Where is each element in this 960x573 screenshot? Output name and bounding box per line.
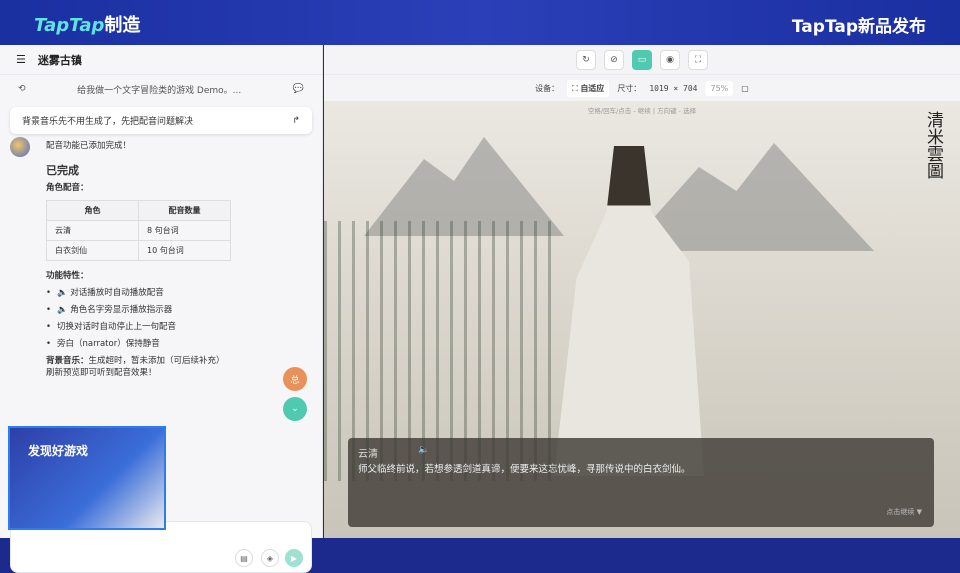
list-item: 切换对话时自动停止上一句配音	[46, 322, 310, 334]
rotate-icon[interactable]: ▢	[741, 84, 749, 93]
list-item: 🔈 对话播放时自动播放配音	[46, 288, 310, 300]
hide-icon[interactable]: ⊘	[604, 49, 624, 70]
size-label: 尺寸：	[617, 83, 642, 93]
refresh-icon[interactable]: ↻	[576, 49, 596, 70]
bgm-label: 背景音乐：	[46, 355, 89, 366]
event-title: TapTap新品发布	[791, 17, 926, 37]
list-item: 旁白（narrator）保持静音	[46, 339, 310, 351]
table-header: 配音数量	[138, 200, 231, 222]
new-chat-icon[interactable]: 💬	[293, 84, 304, 94]
summary-button[interactable]: 总	[283, 367, 307, 391]
device-label: 设备：	[535, 83, 560, 93]
preview-toolbar: ↻ ⊘ ▭ ◉ ⛶	[324, 45, 960, 75]
voice-heading: 角色配音：	[46, 183, 89, 194]
table-row: 云清 8 句台词	[46, 220, 231, 242]
dialogue-box[interactable]: 云清 🔈 师父临终前说，若想参透剑道真谛，便要来这忘忧峰，寻那传说中的白衣剑仙。…	[348, 438, 934, 527]
speaker-name: 云清	[358, 449, 378, 460]
speaker-volume-icon: 🔈	[418, 445, 430, 455]
table-row: 白衣剑仙 10 句台词	[46, 240, 231, 262]
refresh-note: 刷新预览即可听到配音效果！	[46, 367, 157, 378]
taptap-logo: TapTap制造	[34, 15, 141, 36]
done-heading: 已完成	[46, 163, 79, 177]
menu-icon[interactable]: ☰	[16, 53, 26, 66]
table-header: 角色	[46, 200, 139, 222]
device-preview-icon[interactable]: ▭	[632, 49, 652, 70]
file-icon[interactable]: ▤	[235, 549, 253, 567]
mountain-art	[364, 137, 564, 236]
controls-hint: 空格/回车/点击 - 继续 | 方向键 - 选择	[587, 107, 697, 115]
webcam-caption: 发现好游戏	[28, 444, 89, 458]
fullscreen-icon[interactable]: ⛶	[688, 49, 708, 70]
reply-intro: 配音功能已添加完成！	[46, 141, 132, 151]
size-value: 1019 × 704	[649, 83, 698, 93]
project-title: 迷雾古镇	[37, 53, 82, 67]
assistant-message: 配音功能已添加完成！ 已完成 角色配音： 角色 配音数量 云清 8 句台词 白衣剑仙…	[10, 137, 310, 379]
voice-table: 角色 配音数量 云清 8 句台词 白衣剑仙 10 句台词	[46, 200, 231, 262]
history-icon[interactable]: ⟲	[18, 84, 26, 94]
scroll-down-button[interactable]: ⌄	[283, 397, 307, 421]
history-prompt[interactable]: 给我做一个文字冒险类的游戏 Demo。...	[77, 83, 241, 96]
zoom-value[interactable]: 75%	[705, 80, 734, 96]
calligraphy-title: 清米雲圖	[923, 111, 943, 179]
webcam-overlay: 发现好游戏	[8, 426, 166, 530]
device-select[interactable]: ⛶ 自适应	[567, 79, 610, 97]
game-canvas[interactable]: 空格/回车/点击 - 继续 | 方向键 - 选择 清米雲圖 云清 🔈 师父临终前…	[324, 101, 960, 538]
event-banner: TapTap制造 TapTap新品发布	[0, 0, 960, 45]
queued-message[interactable]: 背景音乐先不用生成了，先把配音问题解决 ↱	[10, 107, 312, 134]
queued-message-text: 背景音乐先不用生成了，先把配音问题解决	[22, 117, 194, 127]
assistant-avatar	[10, 137, 30, 157]
screenshot-icon[interactable]: ◉	[660, 49, 680, 70]
continue-hint[interactable]: 点击继续 ▼	[886, 507, 922, 517]
device-bar: 设备： ⛶ 自适应 尺寸： 1019 × 704 75% ▢	[324, 75, 960, 101]
bgm-text: 生成超时，暂未添加（可后续补充）	[88, 355, 225, 366]
send-button[interactable]: ▶	[285, 549, 303, 567]
send-arrow-icon[interactable]: ↱	[292, 116, 300, 126]
features-heading: 功能特性：	[46, 271, 89, 282]
features-list: 🔈 对话播放时自动播放配音 🔈 角色名字旁显示播放指示器 切换对话时自动停止上一…	[46, 288, 310, 351]
dialogue-line: 师父临终前说，若想参透剑道真谛，便要来这忘忧峰，寻那传说中的白衣剑仙。	[358, 464, 691, 475]
layers-icon[interactable]: ◈	[261, 549, 279, 567]
preview-panel: ↻ ⊘ ▭ ◉ ⛶ 设备： ⛶ 自适应 尺寸： 1019 × 704 75% ▢…	[324, 45, 960, 538]
list-item: 🔈 角色名字旁显示播放指示器	[46, 305, 310, 317]
